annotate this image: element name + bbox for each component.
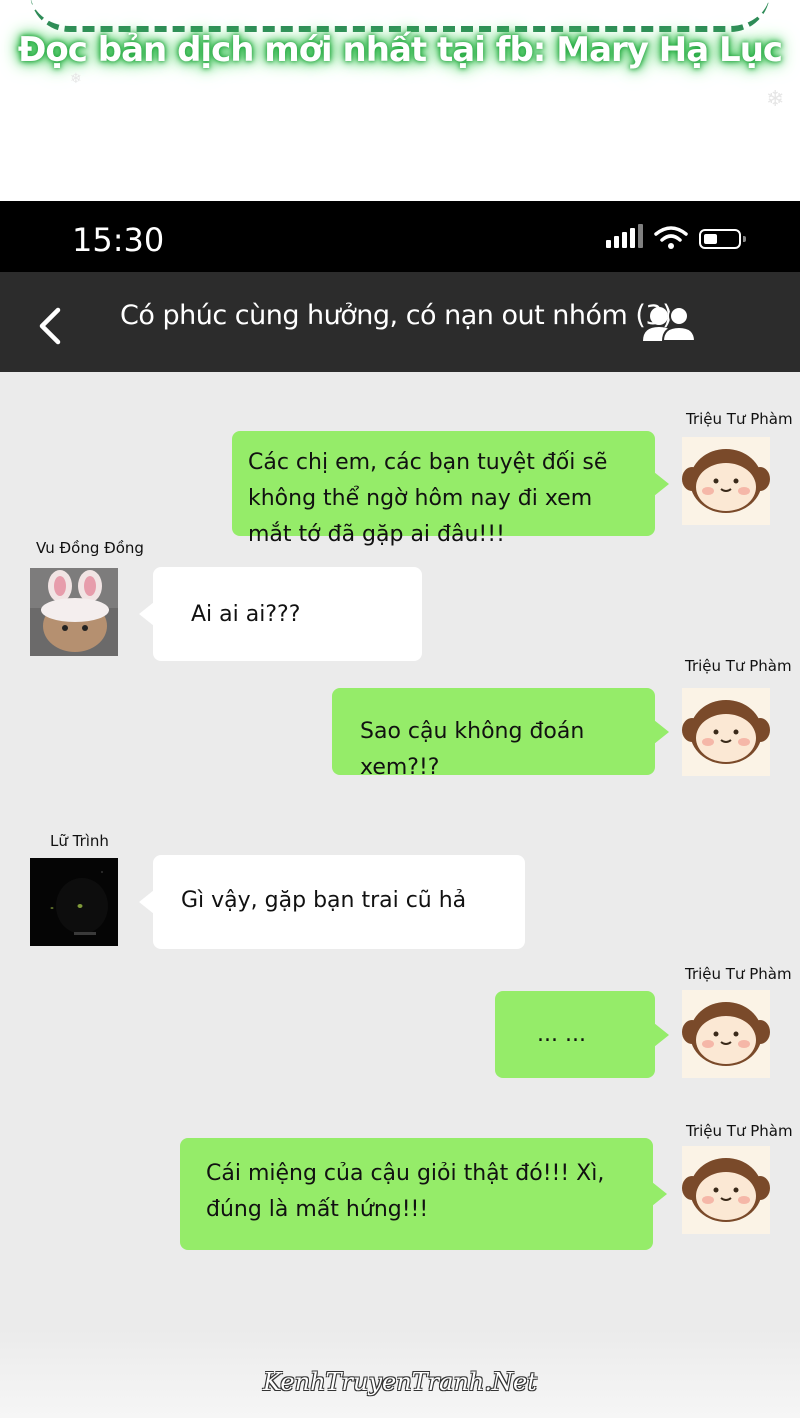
message-bubble[interactable]: Các chị em, các bạn tuyệt đối sẽ không t… bbox=[232, 431, 669, 547]
sender-name: Triệu Tư Phàm bbox=[685, 657, 792, 675]
message-bubble[interactable]: Gì vậy, gặp bạn trai cũ hả bbox=[139, 855, 525, 949]
group-members-icon[interactable] bbox=[642, 305, 696, 345]
battery-tip bbox=[743, 236, 746, 242]
banner-text: Đọc bản dịch mới nhất tại fb: Mary Hạ Lụ… bbox=[17, 30, 783, 70]
message-bubble[interactable]: Sao cậu không đoán xem?!? bbox=[332, 688, 669, 780]
sender-name: Triệu Tư Phàm bbox=[686, 1122, 793, 1140]
status-time: 15:30 bbox=[72, 221, 165, 259]
black-cat-avatar[interactable] bbox=[30, 858, 118, 946]
sender-name: Vu Đồng Đồng bbox=[36, 539, 144, 557]
battery-icon bbox=[699, 229, 741, 249]
sender-name: Triệu Tư Phàm bbox=[685, 965, 792, 983]
back-arrow-icon[interactable] bbox=[36, 307, 64, 345]
banner-dashed-border bbox=[30, 0, 770, 32]
chat-title: Có phúc cùng hưởng, có nạn out nhóm (3) bbox=[120, 300, 673, 331]
message-bubble[interactable]: Cái miệng của cậu giỏi thật đó!!! Xì, đú… bbox=[180, 1138, 667, 1250]
sender-name: Triệu Tư Phàm bbox=[686, 410, 793, 428]
monkey-avatar[interactable] bbox=[682, 688, 770, 776]
message-bubble[interactable]: Ai ai ai??? bbox=[139, 567, 422, 661]
sender-name: Lữ Trình bbox=[50, 832, 109, 850]
wifi-icon bbox=[654, 226, 688, 249]
monkey-avatar[interactable] bbox=[682, 990, 770, 1078]
monkey-avatar[interactable] bbox=[682, 1146, 770, 1234]
message-bubble[interactable]: ... ... bbox=[495, 991, 669, 1078]
snowflake-icon: ❄ bbox=[766, 86, 785, 111]
watermark: KenhTruyenTranh.Net bbox=[263, 1368, 537, 1396]
monkey-avatar[interactable] bbox=[682, 437, 770, 525]
promo-banner: Đọc bản dịch mới nhất tại fb: Mary Hạ Lụ… bbox=[0, 0, 800, 201]
bunny-hat-avatar[interactable] bbox=[30, 568, 118, 656]
snowflake-icon: ❄ bbox=[70, 70, 82, 86]
